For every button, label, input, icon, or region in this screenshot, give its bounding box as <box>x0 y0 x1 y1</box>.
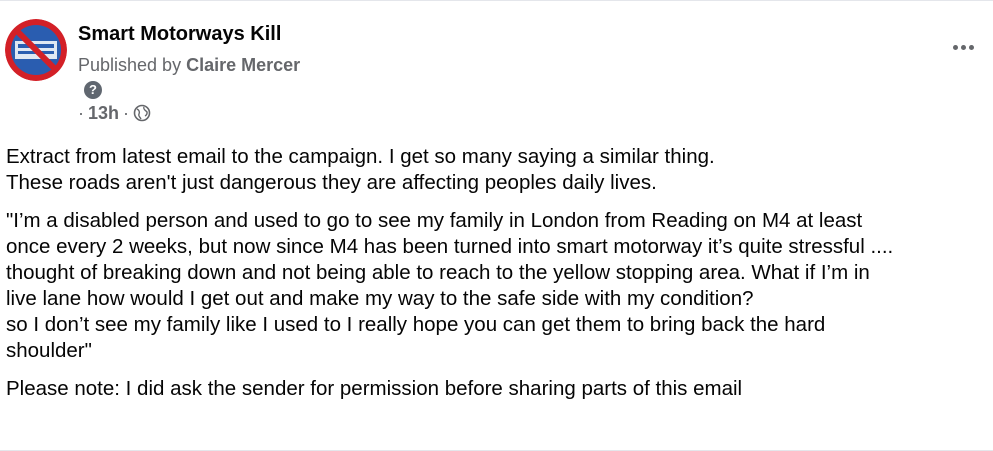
dot <box>952 44 958 50</box>
post-paragraph: Extract from latest email to the campaig… <box>6 145 715 194</box>
post-meta: · 13h · <box>78 102 151 124</box>
post-body: Extract from latest email to the campaig… <box>6 144 986 402</box>
published-prefix: Published by <box>78 55 187 75</box>
page-name-link[interactable]: Smart Motorways Kill <box>78 23 281 46</box>
post-paragraph: Please note: I did ask the sender for pe… <box>6 377 743 400</box>
dot <box>968 44 974 50</box>
globe-icon[interactable] <box>133 104 151 122</box>
published-by-line: Published by Claire Mercer <box>78 55 300 76</box>
post-timestamp-link[interactable]: 13h <box>88 103 119 124</box>
help-icon[interactable]: ? <box>84 81 102 99</box>
meta-separator: · <box>78 102 84 123</box>
page-avatar[interactable] <box>5 19 67 81</box>
author-link[interactable]: Claire Mercer <box>186 55 300 75</box>
post-paragraph-quote: "I’m a disabled person and used to go to… <box>6 209 894 362</box>
dot <box>960 44 966 50</box>
no-smart-motorway-logo-icon <box>5 19 67 81</box>
more-options-icon[interactable] <box>948 37 978 57</box>
meta-separator: · <box>123 102 130 123</box>
post-card: Smart Motorways Kill Published by Claire… <box>0 0 993 451</box>
